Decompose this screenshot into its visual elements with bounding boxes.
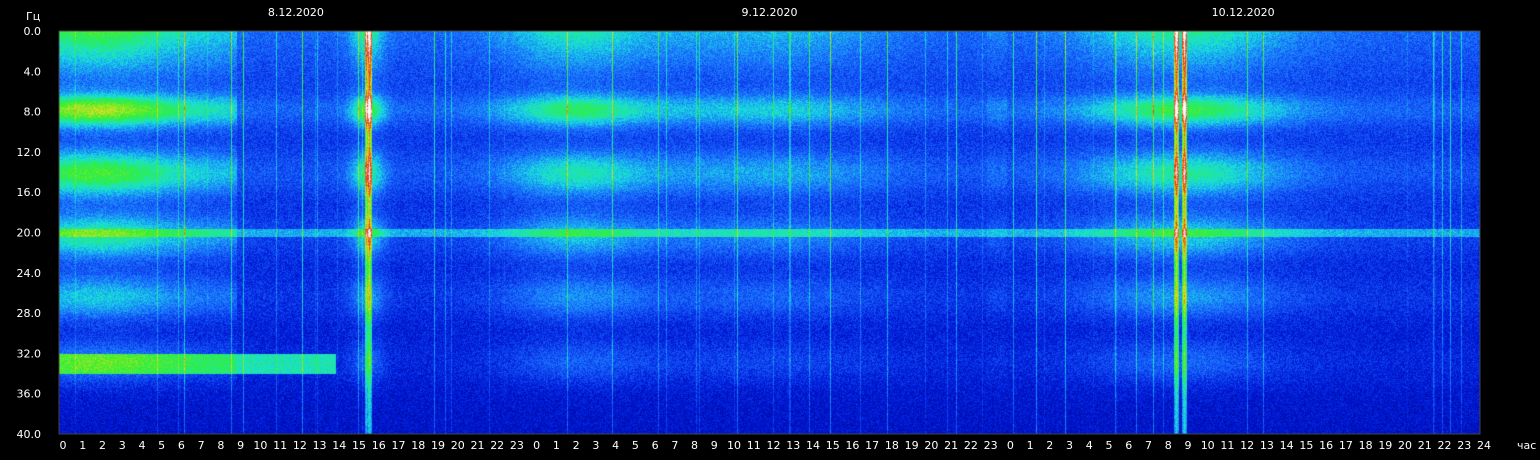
x-tick-label: 18 xyxy=(885,439,899,452)
x-tick-label: 4 xyxy=(138,439,145,452)
x-tick-label: 4 xyxy=(1086,439,1093,452)
x-tick-label: 20 xyxy=(1398,439,1412,452)
x-tick-label: 24 xyxy=(1477,439,1491,452)
x-tick-label: 17 xyxy=(392,439,406,452)
x-tick-label: 19 xyxy=(431,439,445,452)
x-tick-label: 15 xyxy=(1299,439,1313,452)
x-tick-label: 8 xyxy=(691,439,698,452)
x-tick-label: 21 xyxy=(470,439,484,452)
x-tick-label: 11 xyxy=(747,439,761,452)
x-tick-label: 6 xyxy=(178,439,185,452)
x-tick-label: 20 xyxy=(924,439,938,452)
x-tick-label: 4 xyxy=(612,439,619,452)
y-tick-label: 32.0 xyxy=(17,347,42,360)
x-tick-label: 5 xyxy=(1106,439,1113,452)
y-tick-label: 36.0 xyxy=(17,388,42,401)
x-tick-label: 16 xyxy=(372,439,386,452)
y-tick-label: 12.0 xyxy=(17,146,42,159)
x-tick-label: 19 xyxy=(1378,439,1392,452)
x-tick-label: 14 xyxy=(1280,439,1294,452)
x-tick-label: 17 xyxy=(865,439,879,452)
y-tick-label: 16.0 xyxy=(17,186,42,199)
x-tick-label: 12 xyxy=(1240,439,1254,452)
x-tick-label: 14 xyxy=(806,439,820,452)
x-tick-label: 7 xyxy=(671,439,678,452)
x-tick-label: 0 xyxy=(533,439,540,452)
spectrogram-heatmap xyxy=(59,31,1480,434)
x-tick-label: 2 xyxy=(573,439,580,452)
x-tick-label: 22 xyxy=(1438,439,1452,452)
y-tick-label: 0.0 xyxy=(24,25,42,38)
y-tick-label: 24.0 xyxy=(17,267,42,280)
date-label: 9.12.2020 xyxy=(742,6,798,19)
x-tick-label: 13 xyxy=(1260,439,1274,452)
x-tick-label: 9 xyxy=(237,439,244,452)
x-tick-label: 10 xyxy=(727,439,741,452)
x-tick-label: 1 xyxy=(1027,439,1034,452)
x-tick-label: 12 xyxy=(767,439,781,452)
y-tick-label: 40.0 xyxy=(17,428,42,441)
date-label: 8.12.2020 xyxy=(268,6,324,19)
x-tick-label: 11 xyxy=(1220,439,1234,452)
x-tick-label: 17 xyxy=(1339,439,1353,452)
x-tick-label: 1 xyxy=(553,439,560,452)
x-tick-label: 8 xyxy=(217,439,224,452)
y-tick-label: 20.0 xyxy=(17,227,42,240)
x-tick-label: 5 xyxy=(632,439,639,452)
y-axis-label: Гц xyxy=(26,10,40,23)
y-tick-label: 28.0 xyxy=(17,307,42,320)
x-tick-label: 10 xyxy=(1201,439,1215,452)
x-tick-label: 9 xyxy=(711,439,718,452)
x-tick-label: 23 xyxy=(510,439,524,452)
x-tick-label: 22 xyxy=(964,439,978,452)
x-tick-label: 21 xyxy=(1418,439,1432,452)
x-tick-label: 5 xyxy=(158,439,165,452)
x-tick-label: 15 xyxy=(352,439,366,452)
x-tick-label: 0 xyxy=(60,439,67,452)
x-tick-label: 20 xyxy=(451,439,465,452)
x-tick-label: 18 xyxy=(411,439,425,452)
x-tick-label: 13 xyxy=(786,439,800,452)
date-label: 10.12.2020 xyxy=(1212,6,1275,19)
x-tick-label: 13 xyxy=(313,439,327,452)
x-tick-label: 3 xyxy=(592,439,599,452)
x-tick-label: 6 xyxy=(652,439,659,452)
x-tick-label: 6 xyxy=(1125,439,1132,452)
y-tick-label: 4.0 xyxy=(24,65,42,78)
x-tick-label: 7 xyxy=(198,439,205,452)
x-tick-label: 19 xyxy=(905,439,919,452)
y-tick-label: 8.0 xyxy=(24,106,42,119)
x-tick-label: 23 xyxy=(1457,439,1471,452)
x-tick-label: 2 xyxy=(1046,439,1053,452)
x-tick-label: 3 xyxy=(119,439,126,452)
x-tick-label: 21 xyxy=(944,439,958,452)
x-tick-label: 16 xyxy=(845,439,859,452)
spectrogram-image xyxy=(59,31,1480,434)
spectrogram-chart: Гц час 0.0 4.0 8.0 12.0 16.0 20.0 24.0 28.0 32.0… xyxy=(17,6,1537,452)
x-tick-label: 1 xyxy=(79,439,86,452)
x-tick-label: 2 xyxy=(99,439,106,452)
x-tick-label: 0 xyxy=(1007,439,1014,452)
x-tick-label: 15 xyxy=(826,439,840,452)
x-tick-label: 3 xyxy=(1066,439,1073,452)
x-axis-label: час xyxy=(1517,439,1536,452)
x-tick-label: 14 xyxy=(332,439,346,452)
x-tick-label: 23 xyxy=(984,439,998,452)
x-tick-label: 7 xyxy=(1145,439,1152,452)
x-tick-label: 11 xyxy=(273,439,287,452)
x-tick-label: 8 xyxy=(1165,439,1172,452)
x-tick-label: 16 xyxy=(1319,439,1333,452)
x-tick-label: 12 xyxy=(293,439,307,452)
x-tick-label: 9 xyxy=(1184,439,1191,452)
x-tick-label: 18 xyxy=(1359,439,1373,452)
x-tick-label: 22 xyxy=(490,439,504,452)
x-tick-label: 10 xyxy=(253,439,267,452)
